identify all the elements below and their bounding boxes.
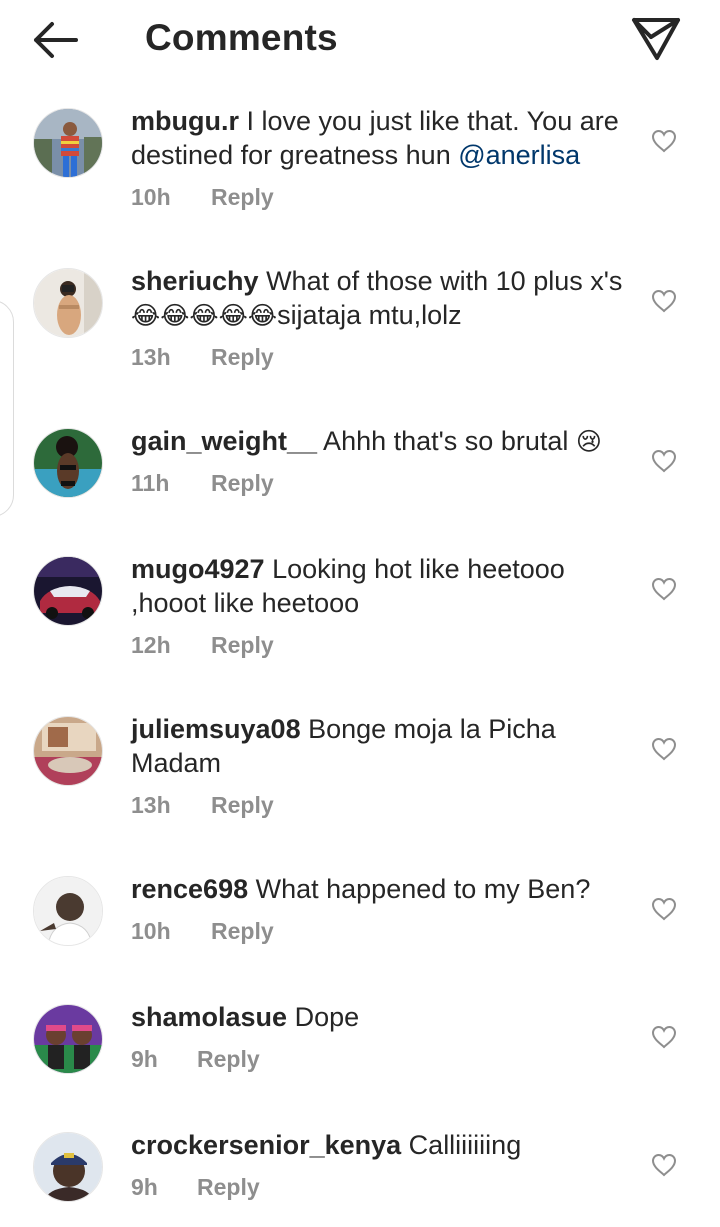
- like-button[interactable]: [651, 1025, 677, 1049]
- heart-outline-icon: [651, 289, 677, 313]
- comment-meta: 10h Reply: [131, 184, 274, 211]
- reply-button[interactable]: Reply: [211, 918, 274, 944]
- comment-text: juliemsuya08 Bonge moja la Picha Madam: [131, 712, 636, 780]
- comment-time: 9h: [131, 1046, 158, 1072]
- reply-button[interactable]: Reply: [197, 1046, 260, 1072]
- like-button[interactable]: [651, 577, 677, 601]
- comment-meta: 9h Reply: [131, 1046, 260, 1073]
- comment-item: gain_weight__ Ahhh that's so brutal 😢 11…: [0, 420, 720, 540]
- comment-body: What of those with 10 plus x's: [258, 266, 623, 296]
- comment-mention[interactable]: @anerlisa: [458, 140, 580, 170]
- like-button[interactable]: [651, 129, 677, 153]
- heart-outline-icon: [651, 1153, 677, 1177]
- reply-button[interactable]: Reply: [211, 632, 274, 658]
- comment-username[interactable]: rence698: [131, 874, 248, 904]
- heart-outline-icon: [651, 897, 677, 921]
- paper-plane-icon: [632, 18, 680, 60]
- comment-item: rence698 What happened to my Ben? 10h Rep…: [0, 868, 720, 988]
- comment-body: Ahhh that's so brutal: [317, 426, 576, 456]
- comment-time: 11h: [131, 470, 170, 496]
- comment-time: 10h: [131, 918, 171, 944]
- back-button[interactable]: [30, 18, 82, 62]
- like-button[interactable]: [651, 289, 677, 313]
- comment-username[interactable]: sheriuchy: [131, 266, 259, 296]
- like-button[interactable]: [651, 449, 677, 473]
- comment-meta: 10h Reply: [131, 918, 274, 945]
- like-button[interactable]: [651, 737, 677, 761]
- comment-item: shamolasue Dope 9h Reply: [0, 996, 720, 1116]
- comment-body-continued: sijataja mtu,lolz: [277, 300, 462, 330]
- comment-item: juliemsuya08 Bonge moja la Picha Madam 1…: [0, 708, 720, 858]
- reply-button[interactable]: Reply: [211, 792, 274, 818]
- heart-outline-icon: [651, 577, 677, 601]
- avatar[interactable]: [33, 716, 103, 786]
- header-bar: Comments: [0, 0, 720, 80]
- comment-item: mugo4927 Looking hot like heetooo ,hooot…: [0, 548, 720, 698]
- comment-meta: 9h Reply: [131, 1174, 260, 1201]
- heart-outline-icon: [651, 1025, 677, 1049]
- avatar[interactable]: [33, 876, 103, 946]
- comment-emoji: 😂😂😂😂😂: [131, 301, 278, 330]
- comment-meta: 13h Reply: [131, 344, 274, 371]
- comment-text: rence698 What happened to my Ben?: [131, 872, 636, 906]
- reply-button[interactable]: Reply: [211, 470, 274, 496]
- avatar[interactable]: [33, 268, 103, 338]
- page-title: Comments: [145, 17, 338, 58]
- comment-item: mbugu.r I love you just like that. You a…: [0, 100, 720, 250]
- heart-outline-icon: [651, 449, 677, 473]
- comment-username[interactable]: mbugu.r: [131, 106, 239, 136]
- reply-button[interactable]: Reply: [211, 184, 274, 210]
- like-button[interactable]: [651, 897, 677, 921]
- comment-text: sheriuchy What of those with 10 plus x's…: [131, 264, 636, 333]
- comment-body: What happened to my Ben?: [248, 874, 591, 904]
- comment-username[interactable]: gain_weight__: [131, 426, 317, 456]
- comment-time: 12h: [131, 632, 171, 658]
- comment-text: crockersenior_kenya Calliiiiiing: [131, 1128, 636, 1162]
- comment-text: shamolasue Dope: [131, 1000, 636, 1034]
- avatar[interactable]: [33, 428, 103, 498]
- comment-text: gain_weight__ Ahhh that's so brutal 😢: [131, 424, 636, 459]
- comment-body: Calliiiiiing: [401, 1130, 522, 1160]
- avatar[interactable]: [33, 1004, 103, 1074]
- like-button[interactable]: [651, 1153, 677, 1177]
- comment-meta: 13h Reply: [131, 792, 274, 819]
- comment-body: Dope: [287, 1002, 360, 1032]
- comment-username[interactable]: crockersenior_kenya: [131, 1130, 401, 1160]
- comment-item: crockersenior_kenya Calliiiiiing 9h Reply: [0, 1124, 720, 1227]
- comment-time: 10h: [131, 184, 171, 210]
- avatar[interactable]: [33, 1132, 103, 1202]
- avatar[interactable]: [33, 556, 103, 626]
- reply-button[interactable]: Reply: [197, 1174, 260, 1200]
- comment-text: mbugu.r I love you just like that. You a…: [131, 104, 636, 172]
- comment-text: mugo4927 Looking hot like heetooo ,hooot…: [131, 552, 636, 620]
- heart-outline-icon: [651, 129, 677, 153]
- comment-item: sheriuchy What of those with 10 plus x's…: [0, 260, 720, 410]
- arrow-left-icon: [34, 22, 78, 58]
- comment-meta: 11h Reply: [131, 470, 274, 497]
- comment-time: 13h: [131, 344, 171, 370]
- comment-username[interactable]: juliemsuya08: [131, 714, 301, 744]
- reply-button[interactable]: Reply: [211, 344, 274, 370]
- heart-outline-icon: [651, 737, 677, 761]
- comment-time: 13h: [131, 792, 171, 818]
- share-button[interactable]: [630, 14, 682, 62]
- comment-emoji: 😢: [575, 427, 602, 456]
- comment-meta: 12h Reply: [131, 632, 274, 659]
- comment-username[interactable]: mugo4927: [131, 554, 265, 584]
- avatar[interactable]: [33, 108, 103, 178]
- comment-time: 9h: [131, 1174, 158, 1200]
- comment-username[interactable]: shamolasue: [131, 1002, 287, 1032]
